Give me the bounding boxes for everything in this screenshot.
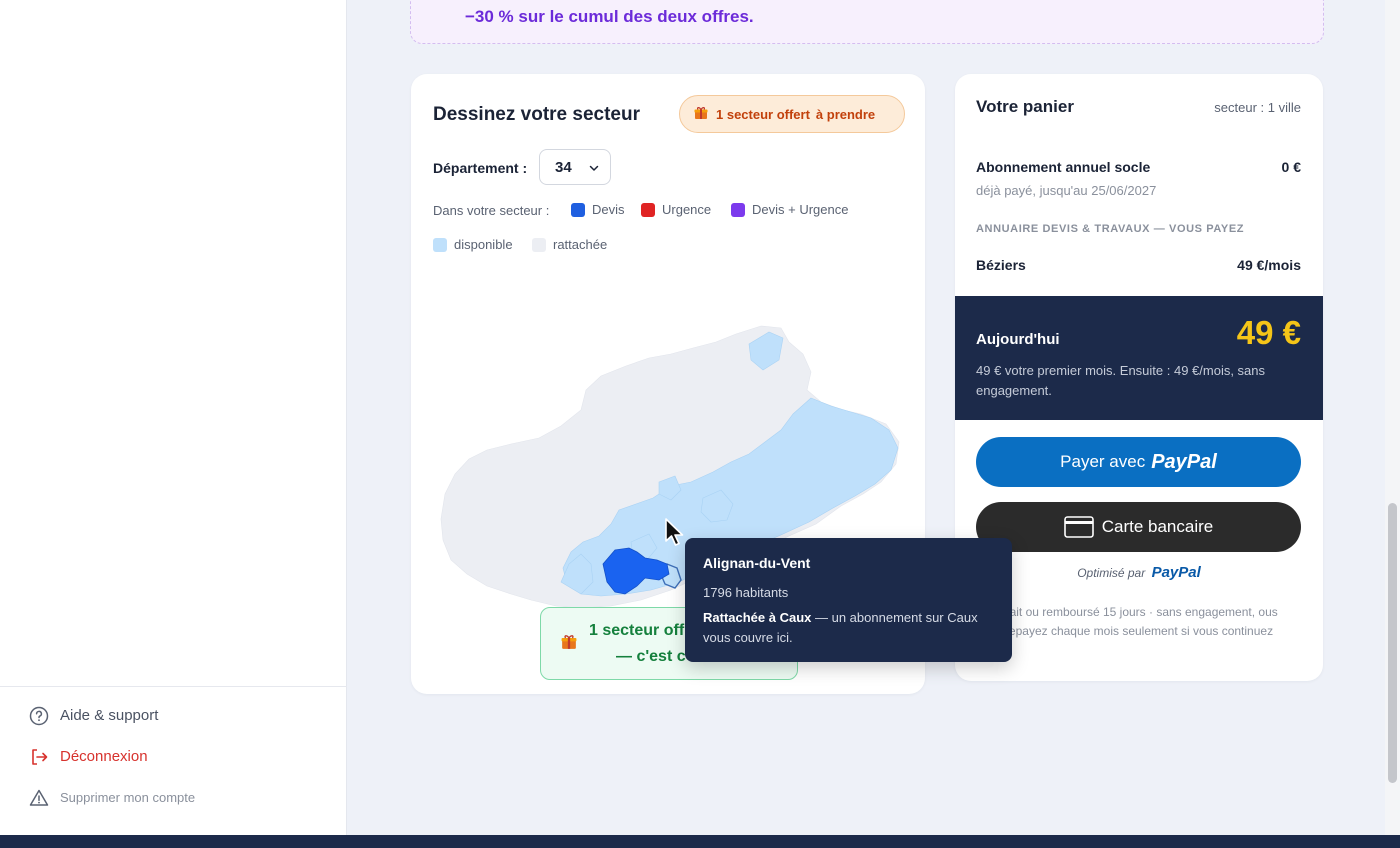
cart-title: Votre panier <box>976 97 1074 116</box>
today-description: 49 € votre premier mois. Ensuite : 49 €/… <box>976 363 1266 398</box>
delete-account-label: Supprimer mon compte <box>60 790 196 805</box>
tooltip-attachment-bold: Rattachée à Caux <box>703 610 812 625</box>
logout-label: Déconnexion <box>60 748 148 765</box>
legend-item-devis-urgence: Devis + Urgence <box>731 202 848 217</box>
legend-label-devis-urgence: Devis + Urgence <box>752 202 849 217</box>
legend-item-urgence: Urgence <box>641 202 711 217</box>
today-amount: 49 € <box>1236 314 1301 351</box>
base-subscription-value: 0 € <box>1281 159 1301 175</box>
legend-caption: Dans votre secteur : <box>433 203 549 218</box>
department-label: Département : <box>433 160 528 176</box>
legend-label-disponible: disponible <box>454 237 513 252</box>
guarantee-text: sfait ou remboursé 15 jours · sans engag… <box>1000 605 1278 638</box>
tooltip-population: 1796 habitants <box>703 585 789 600</box>
today-label: Aujourd'hui <box>976 331 1060 348</box>
cart-section-caption: ANNUAIRE DEVIS & TRAVAUX — VOUS PAYEZ <box>976 223 1245 235</box>
sidebar-footer: Aide & support Déconnexion Supprimer mon… <box>0 686 347 818</box>
map-tooltip: Alignan-du-Vent 1796 habitants Rattachée… <box>685 538 1012 662</box>
city-line-value: 49 €/mois <box>1237 257 1301 273</box>
cart-sector-count: secteur : 1 ville <box>1214 100 1301 115</box>
legend-label-rattachee: rattachée <box>553 237 608 252</box>
legend-swatch-rattachee <box>532 237 546 252</box>
promo-text: −30 % sur le cumul des deux offres. <box>465 7 754 26</box>
help-support-label: Aide & support <box>60 707 159 724</box>
warning-triangle-icon <box>29 788 49 808</box>
legend-swatch-disponible <box>433 237 447 252</box>
base-subscription-label: Abonnement annuel socle <box>976 159 1151 175</box>
legend-item-devis: Devis <box>571 202 625 217</box>
paypal-button-prefix: Payer avec <box>1060 452 1146 471</box>
delete-account-link[interactable]: Supprimer mon compte <box>0 777 347 818</box>
city-line-label: Béziers <box>976 257 1026 273</box>
gift-icon <box>694 106 708 123</box>
logout-link[interactable]: Déconnexion <box>0 736 347 777</box>
promo-banner: −30 % sur le cumul des deux offres. <box>410 0 1324 44</box>
tooltip-attachment: Rattachée à Caux — un abonnement sur Cau… <box>703 608 993 648</box>
help-support-link[interactable]: Aide & support <box>0 695 347 736</box>
pay-with-card-button[interactable]: Carte bancaire <box>976 502 1301 552</box>
mouse-cursor-icon <box>664 518 686 553</box>
card-button-label: Carte bancaire <box>1101 517 1214 536</box>
department-select[interactable]: 34 <box>539 149 611 185</box>
legend-item-disponible: disponible <box>433 237 513 252</box>
pay-with-paypal-button[interactable]: Payer avec PayPal <box>976 437 1301 487</box>
logout-icon <box>29 747 49 767</box>
gift-badge-text: 1 secteur offert <box>716 106 810 122</box>
legend-label-devis: Devis <box>592 202 625 217</box>
legend-label-urgence: Urgence <box>662 202 712 217</box>
free-sector-line1: 1 secteur off <box>589 622 685 639</box>
gift-badge-action: à prendre <box>815 106 876 122</box>
legend-caption-text: Dans votre secteur : <box>433 203 550 218</box>
page-scrollbar-thumb[interactable] <box>1388 503 1397 783</box>
base-subscription-note: déjà payé, jusqu'au 25/06/2027 <box>976 183 1157 198</box>
legend-item-rattachee: rattachée <box>532 237 607 252</box>
today-total-panel: Aujourd'hui 49 € 49 € votre premier mois… <box>955 296 1323 420</box>
credit-card-icon <box>1063 516 1094 538</box>
free-sector-line2: — c'est c <box>616 648 686 665</box>
legend-swatch-devis-urgence <box>731 202 745 217</box>
paypal-small-logo: PayPal <box>1151 564 1201 581</box>
legend-swatch-devis <box>571 202 585 217</box>
optimized-prefix: Optimisé par <box>1077 566 1146 580</box>
chevron-down-icon <box>588 161 600 178</box>
legend-swatch-urgence <box>641 202 655 217</box>
footer-bar <box>0 835 1400 848</box>
tooltip-commune-name: Alignan-du-Vent <box>703 555 811 571</box>
gift-icon <box>561 634 577 655</box>
paypal-logo: PayPal <box>1151 450 1217 473</box>
sector-title: Dessinez votre secteur <box>433 104 640 125</box>
gift-offer-badge[interactable]: 1 secteur offert à prendre <box>679 95 905 133</box>
sidebar: Aide & support Déconnexion Supprimer mon… <box>0 0 347 835</box>
department-value: 34 <box>555 158 572 176</box>
help-circle-icon <box>29 706 49 726</box>
